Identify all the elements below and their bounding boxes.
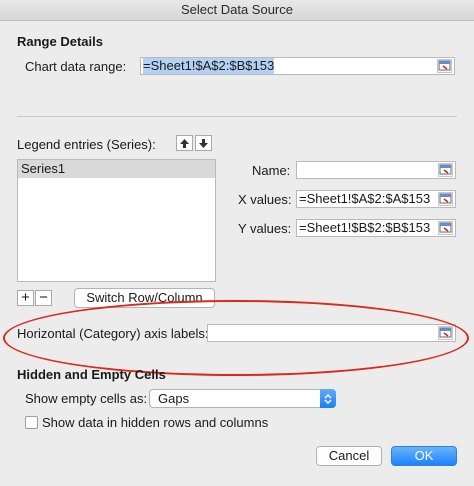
series-name-field[interactable] (296, 161, 456, 179)
legend-entries-label: Legend entries (Series): (17, 137, 156, 152)
arrow-up-icon[interactable] (176, 135, 193, 151)
show-hidden-data-label: Show data in hidden rows and columns (42, 415, 269, 430)
switch-row-column-button[interactable]: Switch Row/Column (74, 288, 215, 308)
axis-labels-label: Horizontal (Category) axis labels: (17, 326, 209, 341)
section-divider (17, 116, 457, 117)
y-values-label: Y values: (238, 221, 292, 236)
series-name-label: Name: (252, 163, 291, 178)
show-empty-cells-select[interactable]: Gaps (149, 389, 336, 408)
x-values-value: =Sheet1!$A$2:$A$153 (299, 191, 431, 206)
cancel-button[interactable]: Cancel (316, 446, 382, 466)
remove-series-button[interactable]: − (35, 290, 52, 306)
window-title: Select Data Source (0, 0, 474, 21)
series-list[interactable]: Series1 (17, 159, 216, 282)
chart-data-range-field[interactable]: =Sheet1!$A$2:$B$153 (140, 57, 455, 75)
series-item[interactable]: Series1 (18, 160, 215, 178)
show-empty-cells-value: Gaps (158, 391, 190, 406)
range-picker-icon[interactable] (438, 192, 453, 206)
x-values-label: X values: (238, 192, 292, 207)
range-picker-icon[interactable] (438, 221, 453, 235)
x-values-field[interactable]: =Sheet1!$A$2:$A$153 (296, 190, 456, 208)
add-series-button[interactable]: + (17, 290, 34, 306)
hidden-empty-heading: Hidden and Empty Cells (17, 367, 166, 382)
show-hidden-data-checkbox[interactable] (25, 416, 38, 429)
y-values-value: =Sheet1!$B$2:$B$153 (299, 220, 431, 235)
chart-data-range-label: Chart data range: (25, 59, 127, 74)
axis-labels-field[interactable] (207, 324, 456, 342)
range-details-heading: Range Details (17, 34, 103, 49)
chevron-updown-icon (320, 389, 336, 408)
ok-button[interactable]: OK (391, 446, 457, 466)
y-values-field[interactable]: =Sheet1!$B$2:$B$153 (296, 219, 456, 237)
arrow-down-icon[interactable] (195, 135, 212, 151)
range-picker-icon[interactable] (437, 59, 452, 73)
show-empty-cells-label: Show empty cells as: (25, 391, 148, 406)
range-picker-icon[interactable] (438, 163, 453, 177)
range-picker-icon[interactable] (438, 326, 453, 340)
chart-data-range-value: =Sheet1!$A$2:$B$153 (143, 58, 275, 74)
